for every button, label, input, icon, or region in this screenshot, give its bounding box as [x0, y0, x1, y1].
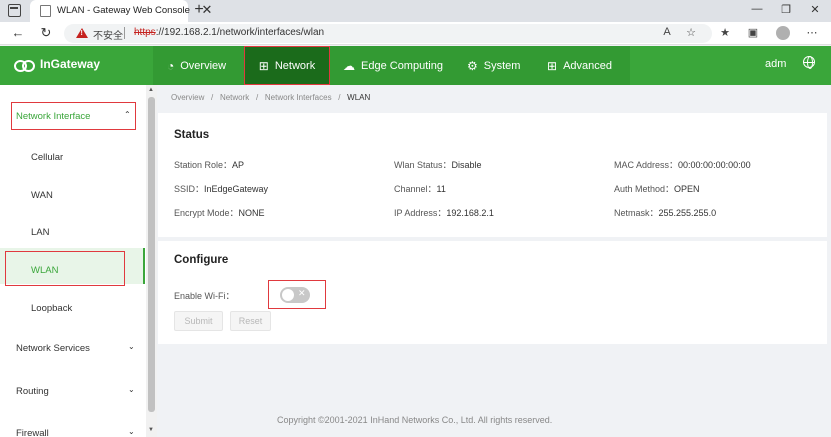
language-globe-icon[interactable] — [803, 56, 815, 69]
sidebar-item-loopback[interactable]: Loopback — [31, 303, 72, 314]
chevron-up-icon: ⌃ — [124, 110, 131, 119]
nav-label: Network — [274, 59, 316, 72]
profile-avatar[interactable] — [776, 26, 790, 40]
nav-advanced[interactable]: ⊞ Advanced — [547, 46, 622, 85]
breadcrumb-overview[interactable]: Overview — [171, 93, 204, 102]
ssid-field: SSID：InEdgeGateway — [174, 184, 269, 194]
minimize-icon[interactable]: — — [750, 3, 764, 15]
url-divider — [124, 27, 125, 39]
reset-button[interactable]: Reset — [230, 311, 271, 331]
maximize-icon[interactable]: ❐ — [779, 3, 793, 16]
breadcrumb-network[interactable]: Network — [220, 93, 249, 102]
sidebar-group-label: Network Interface — [16, 111, 91, 122]
nav-network[interactable]: ⊞ Network — [244, 46, 330, 85]
auth-method-field: Auth Method：OPEN — [614, 184, 700, 194]
sidebar-item-wlan[interactable]: WLAN — [31, 265, 58, 276]
nav-label: Edge Computing — [361, 59, 443, 72]
app-root: WLAN - Gateway Web Console ✕ + — ❐ ✕ ← ↻… — [0, 0, 831, 437]
status-card: Status Station Role：AP Wlan Status：Disab… — [158, 113, 827, 237]
browser-address-bar: ← ↻ ! 不安全 https://192.168.2.1/network/in… — [0, 22, 831, 45]
chevron-down-icon: ⌄ — [128, 427, 135, 436]
network-icon: ⊞ — [258, 58, 269, 73]
tab-title: WLAN - Gateway Web Console — [57, 5, 190, 16]
window-menu-icon[interactable] — [8, 4, 21, 17]
chevron-down-icon: ⌄ — [128, 342, 135, 351]
more-menu-icon[interactable]: ⋯ — [805, 26, 819, 39]
security-label: 不安全 — [93, 31, 123, 42]
nav-label: System — [483, 59, 521, 72]
url-path: ://192.168.2.1/network/interfaces/wlan — [155, 27, 325, 38]
sidebar-item-wan[interactable]: WAN — [31, 190, 53, 201]
encrypt-mode-field: Encrypt Mode：NONE — [174, 208, 265, 218]
new-tab-icon[interactable]: + — [192, 1, 206, 19]
chevron-down-icon: ⌄ — [128, 385, 135, 394]
window-close-icon[interactable]: ✕ — [808, 3, 822, 16]
nav-system[interactable]: ⚙ System — [467, 46, 529, 85]
nav-edge-computing[interactable]: ☁ Edge Computing — [343, 46, 448, 85]
back-icon[interactable]: ← — [10, 25, 26, 40]
grid-icon: ⊞ — [547, 58, 558, 73]
page-favicon-icon — [40, 5, 51, 17]
mac-address-field: MAC Address：00:00:00:00:00:00 — [614, 160, 751, 170]
netmask-field: Netmask：255.255.255.0 — [614, 208, 717, 218]
wlan-highlight-box — [5, 251, 125, 286]
breadcrumb: Overview / Network / Network Interfaces … — [171, 93, 371, 102]
active-indicator — [143, 248, 145, 284]
url-text: https://192.168.2.1/network/interfaces/w… — [134, 27, 324, 38]
scroll-down-icon[interactable]: ▼ — [148, 427, 154, 433]
read-aloud-icon[interactable]: A — [660, 26, 674, 38]
favorites-icon[interactable]: ★ — [718, 26, 732, 39]
scroll-thumb[interactable] — [148, 97, 155, 412]
nav-label: Advanced — [563, 59, 612, 72]
submit-button[interactable]: Submit — [174, 311, 223, 331]
configure-title: Configure — [174, 254, 229, 266]
breadcrumb-current: WLAN — [347, 93, 371, 102]
sidebar-group-network-services[interactable]: Network Services — [16, 343, 90, 354]
copyright-footer: Copyright ©2001-2021 InHand Networks Co.… — [277, 415, 553, 425]
sidebar-group-firewall[interactable]: Firewall — [16, 428, 49, 437]
brand-name: InGateway — [40, 57, 101, 71]
sidebar-group-routing[interactable]: Routing — [16, 386, 49, 397]
url-field[interactable]: ! 不安全 https://192.168.2.1/network/interf… — [64, 24, 712, 43]
ip-address-field: IP Address：192.168.2.1 — [394, 208, 494, 218]
nav-label: Overview — [180, 59, 227, 72]
url-protocol: https — [134, 27, 156, 38]
top-nav: ◔ Overview ⊞ Network ☁ Edge Computing ⚙ … — [153, 46, 630, 85]
enable-wifi-label: Enable Wi-Fi： — [174, 291, 235, 301]
enable-wifi-toggle[interactable]: ✕ — [280, 287, 310, 303]
scroll-up-icon[interactable]: ▲ — [148, 87, 154, 93]
station-role-field: Station Role：AP — [174, 160, 245, 170]
status-title: Status — [174, 129, 210, 141]
collections-icon[interactable]: ▣ — [746, 26, 760, 39]
breadcrumb-network-interfaces[interactable]: Network Interfaces — [265, 93, 332, 102]
gear-icon: ⚙ — [467, 58, 478, 73]
sidebar-scrollbar[interactable]: ▲ ▼ — [146, 85, 157, 437]
toggle-knob — [282, 289, 294, 301]
sidebar-group-network-interface[interactable]: Network Interface ⌃ — [11, 102, 136, 130]
add-favorite-icon[interactable]: ☆ — [684, 26, 698, 39]
brand-logo[interactable]: InGateway — [14, 57, 101, 72]
dashboard-icon: ◔ — [167, 58, 175, 73]
sidebar-item-lan[interactable]: LAN — [31, 227, 49, 238]
sidebar-item-cellular[interactable]: Cellular — [31, 152, 63, 163]
cloud-icon: ☁ — [343, 58, 355, 73]
browser-tab-bar: WLAN - Gateway Web Console ✕ + — ❐ ✕ — [0, 0, 831, 22]
user-menu[interactable]: adm — [765, 58, 786, 70]
off-x-icon: ✕ — [298, 288, 306, 298]
channel-field: Channel：11 — [394, 184, 446, 194]
inhand-logo-icon — [14, 58, 36, 72]
reload-icon[interactable]: ↻ — [38, 25, 54, 41]
nav-overview[interactable]: ◔ Overview — [167, 46, 245, 85]
wlan-status-field: Wlan Status：Disable — [394, 160, 482, 170]
browser-tab[interactable]: WLAN - Gateway Web Console ✕ — [30, 0, 212, 22]
